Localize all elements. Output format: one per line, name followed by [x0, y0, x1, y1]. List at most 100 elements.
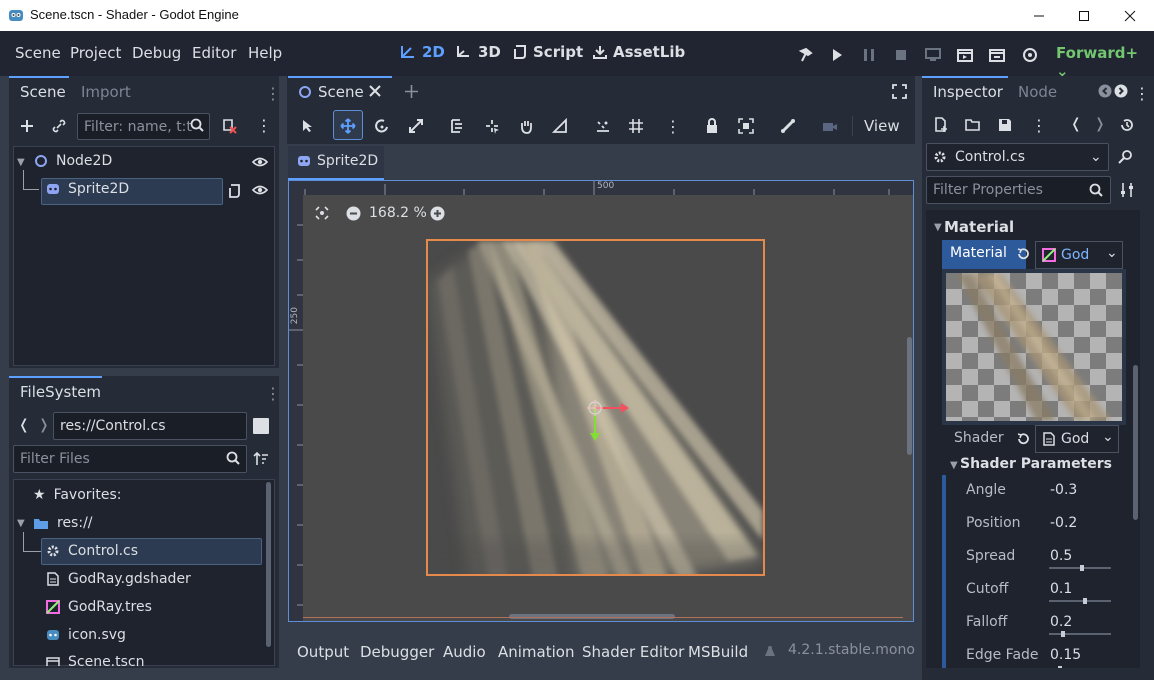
bottom-tab-shader-editor[interactable]: Shader Editor — [582, 643, 684, 661]
center-view-icon[interactable] — [315, 206, 329, 220]
tab-scene[interactable]: Scene — [20, 83, 66, 101]
lock-icon[interactable] — [700, 114, 724, 138]
section-shader-parameters[interactable]: Shader Parameters — [960, 456, 1112, 472]
nav-back-icon[interactable]: ❬ — [18, 417, 30, 433]
tab-node[interactable]: Node — [1018, 83, 1057, 101]
mode-assetlib-button[interactable]: AssetLib — [592, 43, 685, 61]
transform-gizmo[interactable] — [585, 395, 635, 447]
filter-properties-input[interactable]: Filter Properties — [926, 176, 1111, 204]
property-settings-icon[interactable] — [1119, 182, 1135, 198]
bottom-tab-animation[interactable]: Animation — [498, 643, 574, 661]
open-folder-icon[interactable] — [962, 114, 984, 136]
bone-icon[interactable] — [776, 114, 800, 138]
tab-scene-file[interactable]: Scene — [298, 83, 364, 101]
dock-right-arrow-icon[interactable] — [1114, 84, 1128, 98]
zoom-in-icon[interactable] — [430, 206, 445, 221]
slider-knob[interactable] — [1080, 565, 1084, 571]
select-tool-icon[interactable] — [295, 114, 319, 138]
minimize-icon[interactable] — [1016, 0, 1062, 31]
object-properties-icon[interactable] — [1118, 149, 1134, 165]
param-cutoff-field[interactable]: 0.1 — [1041, 575, 1121, 604]
split-mode-icon[interactable] — [253, 418, 269, 434]
collapse-arrow-icon[interactable]: ▼ — [934, 222, 942, 233]
param-slider[interactable] — [1049, 631, 1111, 637]
file-row[interactable]: GodRay.gdshader — [46, 571, 191, 587]
attach-script-icon[interactable] — [218, 115, 240, 137]
collapse-arrow-icon[interactable]: ▼ — [950, 460, 958, 471]
history-back-icon[interactable]: ❬ — [1070, 116, 1082, 132]
param-falloff-field[interactable]: 0.2 — [1041, 608, 1121, 637]
camera-icon[interactable] — [818, 114, 842, 138]
slider-knob[interactable] — [1083, 598, 1088, 604]
tab-filesystem[interactable]: FileSystem — [20, 383, 101, 401]
file-tree-scrollbar[interactable] — [266, 482, 271, 647]
remote-debug-icon[interactable] — [922, 44, 944, 66]
pivot-tool-icon[interactable] — [480, 114, 504, 138]
param-edge-fade-field[interactable]: 0.15 — [1041, 641, 1121, 668]
bottom-tab-debugger[interactable]: Debugger — [360, 643, 434, 661]
slider-knob[interactable] — [1061, 631, 1066, 637]
dock-menu-icon[interactable]: ⋮ — [1134, 84, 1150, 103]
param-angle-field[interactable]: -0.3 — [1041, 476, 1121, 505]
file-row[interactable]: GodRay.tres — [46, 599, 152, 615]
selectable-nodes-icon[interactable] — [446, 114, 470, 138]
param-position-field[interactable]: -0.2 — [1041, 509, 1121, 538]
path-field[interactable]: res://Control.cs — [53, 412, 247, 440]
revert-icon[interactable] — [1016, 432, 1030, 446]
new-resource-icon[interactable] — [930, 114, 952, 136]
play-scene-icon[interactable] — [954, 44, 976, 66]
history-forward-icon[interactable]: ❭ — [1094, 116, 1106, 132]
file-row[interactable]: Control.cs — [46, 543, 138, 559]
mode-3d-button[interactable]: 3D — [455, 43, 501, 61]
collapse-arrow-icon[interactable]: ▼ — [17, 157, 25, 168]
tab-sprite2d[interactable]: Sprite2D — [297, 153, 378, 169]
param-slider[interactable] — [1049, 598, 1111, 604]
shader-resource-picker[interactable]: God ⌄ — [1035, 425, 1119, 453]
tab-import[interactable]: Import — [81, 83, 131, 101]
bottom-tab-msbuild[interactable]: MSBuild — [688, 643, 748, 661]
add-tab-icon[interactable] — [404, 84, 419, 99]
menu-help[interactable]: Help — [248, 44, 282, 62]
play-icon[interactable] — [826, 44, 848, 66]
tree-item-node2d[interactable]: Node2D — [34, 153, 112, 169]
smart-snap-icon[interactable] — [591, 114, 615, 138]
script-attached-icon[interactable] — [229, 184, 241, 198]
mode-2d-button[interactable]: 2D — [399, 43, 445, 61]
dock-menu-icon[interactable]: ⋮ — [265, 84, 281, 103]
hammer-icon[interactable] — [795, 44, 817, 66]
resource-menu-icon[interactable]: ⋮ — [1031, 116, 1047, 135]
nav-forward-icon[interactable]: ❭ — [38, 417, 50, 433]
close-window-icon[interactable] — [1107, 0, 1153, 31]
dock-menu-icon[interactable]: ⋮ — [265, 384, 281, 403]
favorites-row[interactable]: ★ Favorites: — [33, 487, 122, 503]
canvas-viewport[interactable]: 500 250 168.2 % — [288, 180, 914, 622]
distraction-free-icon[interactable] — [892, 84, 907, 99]
menu-project[interactable]: Project — [70, 44, 121, 62]
menu-editor[interactable]: Editor — [192, 44, 236, 62]
play-custom-scene-icon[interactable] — [986, 44, 1008, 66]
pause-icon[interactable] — [858, 44, 880, 66]
material-preview[interactable] — [946, 273, 1122, 421]
snap-options-icon[interactable]: ⋮ — [665, 117, 681, 136]
slider-knob[interactable] — [1058, 666, 1063, 668]
close-tab-icon[interactable] — [369, 85, 381, 97]
dock-left-arrow-icon[interactable] — [1098, 84, 1112, 98]
scene-menu-icon[interactable]: ⋮ — [256, 116, 272, 135]
filter-files-input[interactable]: Filter Files — [13, 445, 247, 473]
collapse-arrow-icon[interactable]: ▼ — [17, 518, 25, 529]
param-slider[interactable] — [1049, 565, 1111, 571]
link-icon[interactable] — [48, 115, 70, 137]
sort-icon[interactable] — [253, 451, 269, 467]
scale-tool-icon[interactable] — [404, 114, 428, 138]
mode-script-button[interactable]: Script — [512, 43, 583, 61]
move-tool-icon[interactable] — [336, 114, 360, 138]
grid-snap-icon[interactable] — [624, 114, 648, 138]
stop-icon[interactable] — [890, 44, 912, 66]
rotate-tool-icon[interactable] — [370, 114, 394, 138]
zoom-out-icon[interactable] — [346, 206, 361, 221]
visibility-eye-icon[interactable] — [252, 183, 268, 197]
menu-scene[interactable]: Scene — [15, 44, 61, 62]
bottom-tab-output[interactable]: Output — [297, 643, 349, 661]
pan-tool-icon[interactable] — [514, 114, 538, 138]
folder-res-row[interactable]: res:// — [33, 515, 93, 531]
